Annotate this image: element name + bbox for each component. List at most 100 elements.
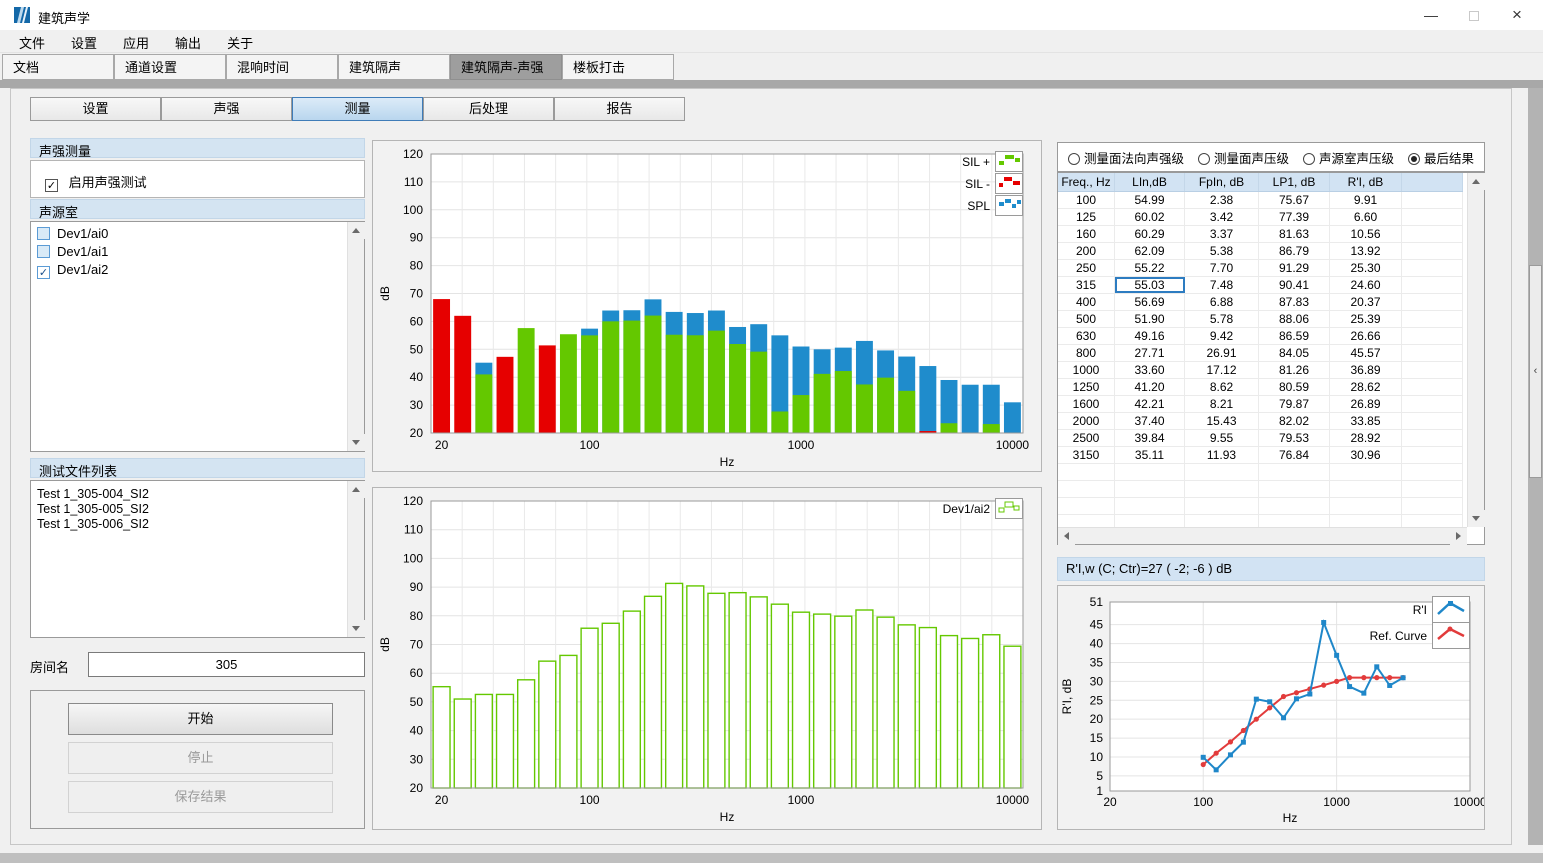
table-row[interactable] (1058, 498, 1463, 515)
table-cell[interactable]: 79.53 (1259, 430, 1330, 446)
table-cell[interactable]: 250 (1058, 260, 1115, 276)
table-cell[interactable]: 75.67 (1259, 192, 1330, 208)
table-cell[interactable]: 54.99 (1115, 192, 1185, 208)
table-row[interactable] (1058, 464, 1463, 481)
table-row[interactable]: 10054.992.3875.679.91 (1058, 192, 1463, 209)
scroll-up-icon[interactable] (348, 481, 365, 498)
table-cell[interactable]: 51.90 (1115, 311, 1185, 327)
table-cell[interactable]: 500 (1058, 311, 1115, 327)
table-cell[interactable]: 84.05 (1259, 345, 1330, 361)
table-cell[interactable]: 7.70 (1185, 260, 1259, 276)
table-cell[interactable] (1402, 396, 1463, 412)
table-cell[interactable]: 80.59 (1259, 379, 1330, 395)
table-cell[interactable] (1330, 464, 1402, 480)
table-row[interactable]: 100033.6017.1281.2636.89 (1058, 362, 1463, 379)
table-cell[interactable]: 17.12 (1185, 362, 1259, 378)
table-cell[interactable]: 25.30 (1330, 260, 1402, 276)
radio-声源室声压级[interactable]: 声源室声压级 (1303, 148, 1394, 167)
table-cell[interactable]: 90.41 (1259, 277, 1330, 293)
table-cell[interactable]: 2000 (1058, 413, 1115, 429)
table-cell[interactable]: 2.38 (1185, 192, 1259, 208)
table-row[interactable]: 50051.905.7888.0625.39 (1058, 311, 1463, 328)
table-row[interactable]: 63049.169.4286.5926.66 (1058, 328, 1463, 345)
table-cell[interactable]: 6.88 (1185, 294, 1259, 310)
table-cell[interactable]: 1000 (1058, 362, 1115, 378)
table-cell[interactable]: 33.60 (1115, 362, 1185, 378)
table-row[interactable]: 315035.1111.9376.8430.96 (1058, 447, 1463, 464)
table-cell[interactable]: 1250 (1058, 379, 1115, 395)
table-cell[interactable]: 30.96 (1330, 447, 1402, 463)
channel-checkbox[interactable] (37, 227, 50, 240)
table-cell[interactable] (1402, 362, 1463, 378)
table-cell[interactable]: 20.37 (1330, 294, 1402, 310)
table-cell[interactable]: 27.71 (1115, 345, 1185, 361)
table-cell[interactable]: 39.84 (1115, 430, 1185, 446)
tab-建筑隔声[interactable]: 建筑隔声 (338, 54, 450, 80)
table-cell[interactable] (1185, 498, 1259, 514)
table-cell[interactable]: 35.11 (1115, 447, 1185, 463)
table-cell[interactable]: 45.57 (1330, 345, 1402, 361)
table-row[interactable]: 250039.849.5579.5328.92 (1058, 430, 1463, 447)
table-cell[interactable]: 49.16 (1115, 328, 1185, 344)
table-cell[interactable] (1330, 481, 1402, 497)
table-row[interactable]: 125041.208.6280.5928.62 (1058, 379, 1463, 396)
radio-测量面声压级[interactable]: 测量面声压级 (1198, 148, 1289, 167)
subtab-报告[interactable]: 报告 (554, 97, 685, 121)
scroll-left-icon[interactable] (1058, 528, 1075, 545)
table-row[interactable]: 25055.227.7091.2925.30 (1058, 260, 1463, 277)
table-cell[interactable]: 28.62 (1330, 379, 1402, 395)
channel-item[interactable]: Dev1/ai0 (37, 226, 342, 244)
table-row[interactable]: 31555.037.4890.4124.60 (1058, 277, 1463, 294)
menu-item-应用[interactable]: 应用 (110, 30, 162, 55)
table-cell[interactable]: 1600 (1058, 396, 1115, 412)
table-cell[interactable] (1185, 464, 1259, 480)
subtab-设置[interactable]: 设置 (30, 97, 161, 121)
table-cell[interactable]: 400 (1058, 294, 1115, 310)
table-cell[interactable] (1259, 498, 1330, 514)
table-cell[interactable]: 42.21 (1115, 396, 1185, 412)
table-row[interactable]: 200037.4015.4382.0233.85 (1058, 413, 1463, 430)
table-cell[interactable]: 7.48 (1185, 277, 1259, 293)
table-cell[interactable] (1058, 498, 1115, 514)
subtab-测量[interactable]: 测量 (292, 97, 423, 121)
radio-测量面法向声强级[interactable]: 测量面法向声强级 (1068, 148, 1184, 167)
table-cell[interactable]: 36.89 (1330, 362, 1402, 378)
table-cell[interactable]: 125 (1058, 209, 1115, 225)
table-cell[interactable]: 24.60 (1330, 277, 1402, 293)
table-cell[interactable] (1402, 328, 1463, 344)
table-cell[interactable]: 91.29 (1259, 260, 1330, 276)
table-row[interactable]: 12560.023.4277.396.60 (1058, 209, 1463, 226)
menu-item-输出[interactable]: 输出 (162, 30, 214, 55)
table-cell[interactable] (1402, 464, 1463, 480)
table-horizontal-scrollbar[interactable] (1058, 527, 1467, 544)
collapse-panel-button[interactable]: ‹ (1529, 265, 1542, 478)
scroll-up-icon[interactable] (348, 222, 365, 239)
table-cell[interactable]: 26.91 (1185, 345, 1259, 361)
table-cell[interactable]: 62.09 (1115, 243, 1185, 259)
table-cell[interactable]: 3150 (1058, 447, 1115, 463)
radio-最后结果[interactable]: 最后结果 (1408, 148, 1474, 167)
table-cell[interactable]: 88.06 (1259, 311, 1330, 327)
channel-item[interactable]: Dev1/ai1 (37, 244, 342, 262)
table-cell[interactable]: 315 (1058, 277, 1115, 293)
table-row[interactable]: 20062.095.3886.7913.92 (1058, 243, 1463, 260)
table-cell[interactable]: 5.78 (1185, 311, 1259, 327)
test-file-item[interactable]: Test 1_305-005_SI2 (37, 502, 342, 517)
table-cell[interactable]: 5.38 (1185, 243, 1259, 259)
subtab-后处理[interactable]: 后处理 (423, 97, 554, 121)
table-cell[interactable] (1058, 464, 1115, 480)
table-cell[interactable] (1402, 413, 1463, 429)
subtab-声强[interactable]: 声强 (161, 97, 292, 121)
table-cell[interactable] (1402, 430, 1463, 446)
table-cell[interactable]: 10.56 (1330, 226, 1402, 242)
table-row[interactable]: 40056.696.8887.8320.37 (1058, 294, 1463, 311)
test-file-item[interactable]: Test 1_305-004_SI2 (37, 487, 342, 502)
table-cell[interactable]: 11.93 (1185, 447, 1259, 463)
menu-item-关于[interactable]: 关于 (214, 30, 266, 55)
table-row[interactable]: 16060.293.3781.6310.56 (1058, 226, 1463, 243)
menu-item-文件[interactable]: 文件 (6, 30, 58, 55)
table-row[interactable]: 80027.7126.9184.0545.57 (1058, 345, 1463, 362)
table-cell[interactable]: 81.63 (1259, 226, 1330, 242)
tab-混响时间[interactable]: 混响时间 (226, 54, 338, 80)
table-cell[interactable]: 60.29 (1115, 226, 1185, 242)
